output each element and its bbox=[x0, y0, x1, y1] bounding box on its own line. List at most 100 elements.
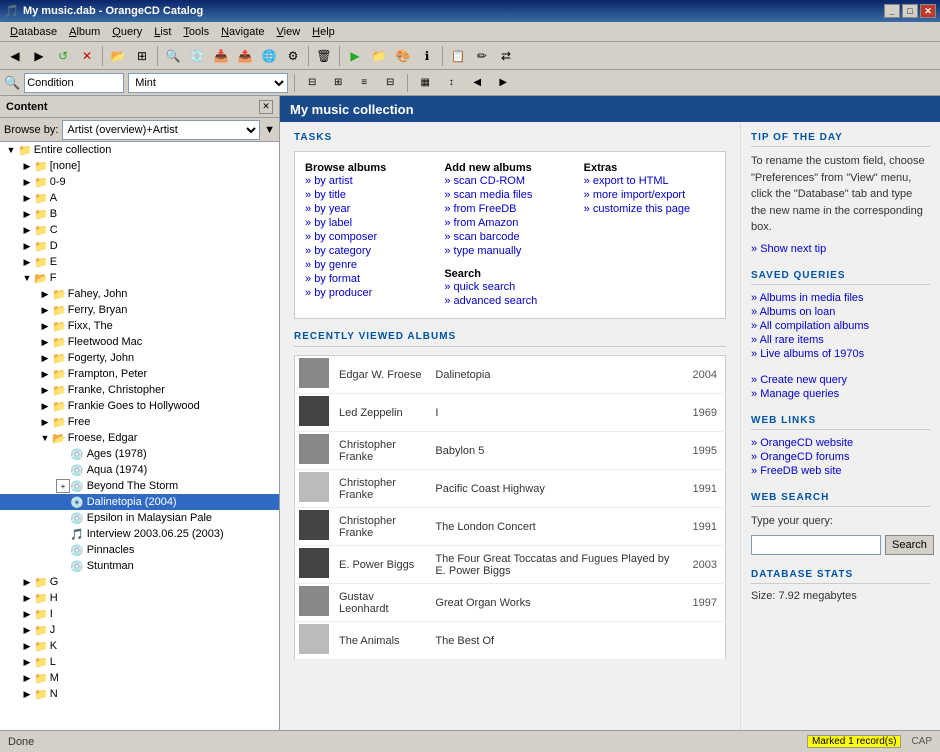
browse-dropdown-icon[interactable]: ▼ bbox=[264, 124, 275, 136]
export-button[interactable]: 📤 bbox=[234, 45, 256, 67]
album-row-2[interactable]: Christopher Franke Babylon 5 1995 bbox=[295, 432, 726, 470]
query-live-1970s[interactable]: Live albums of 1970s bbox=[751, 347, 930, 361]
album-row-4[interactable]: Christopher Franke The London Concert 19… bbox=[295, 508, 726, 546]
from-freedb[interactable]: from FreeDB bbox=[444, 202, 575, 216]
export-html[interactable]: export to HTML bbox=[584, 174, 715, 188]
maximize-button[interactable]: □ bbox=[902, 4, 918, 18]
menu-list[interactable]: List bbox=[148, 24, 177, 40]
tree-album-ages[interactable]: 💿 Ages (1978) bbox=[0, 446, 279, 462]
album-row-0[interactable]: Edgar W. Froese Dalinetopia 2004 bbox=[295, 356, 726, 394]
tree-item-c[interactable]: ▶ 📁 C bbox=[0, 222, 279, 238]
layout-btn-3[interactable]: ≡ bbox=[353, 72, 375, 94]
refresh-button[interactable]: ↺ bbox=[52, 45, 74, 67]
tree-item-fahey[interactable]: ▶ 📁 Fahey, John bbox=[0, 286, 279, 302]
menu-database[interactable]: Database bbox=[4, 24, 63, 40]
from-amazon[interactable]: from Amazon bbox=[444, 216, 575, 230]
layout-btn-4[interactable]: ⊟ bbox=[379, 72, 401, 94]
tree-container[interactable]: ▼ 📁 Entire collection ▶ 📁 [none] ▶ 📁 0-9… bbox=[0, 142, 279, 730]
root-expand-icon[interactable]: ▼ bbox=[4, 143, 18, 157]
browse-by-year[interactable]: by year bbox=[305, 202, 436, 216]
menu-album[interactable]: Album bbox=[63, 24, 106, 40]
nav-button[interactable]: ⇄ bbox=[495, 45, 517, 67]
tree-item-k[interactable]: ▶ 📁 K bbox=[0, 638, 279, 654]
browse-by-genre[interactable]: by genre bbox=[305, 258, 436, 272]
layout-btn-1[interactable]: ⊟ bbox=[301, 72, 323, 94]
tree-item-09[interactable]: ▶ 📁 0-9 bbox=[0, 174, 279, 190]
browse-by-title[interactable]: by title bbox=[305, 188, 436, 202]
album-row-6[interactable]: Gustav Leonhardt Great Organ Works 1997 bbox=[295, 584, 726, 622]
type-manually[interactable]: type manually bbox=[444, 244, 575, 258]
tree-item-f[interactable]: ▼ 📂 F bbox=[0, 270, 279, 286]
show-next-tip[interactable]: Show next tip bbox=[751, 242, 930, 256]
tree-item-froese[interactable]: ▼ 📂 Froese, Edgar bbox=[0, 430, 279, 446]
tree-root[interactable]: ▼ 📁 Entire collection bbox=[0, 142, 279, 158]
web-button[interactable]: 🌐 bbox=[258, 45, 280, 67]
tree-album-epsilon[interactable]: 💿 Epsilon in Malaysian Pale bbox=[0, 510, 279, 526]
settings-button[interactable]: ⚙ bbox=[282, 45, 304, 67]
tree-item-none[interactable]: ▶ 📁 [none] bbox=[0, 158, 279, 174]
tree-album-dalinetopia[interactable]: 💿 Dalinetopia (2004) bbox=[0, 494, 279, 510]
tree-item-n[interactable]: ▶ 📁 N bbox=[0, 686, 279, 702]
back-button[interactable]: ◀ bbox=[4, 45, 26, 67]
more-import-export[interactable]: more import/export bbox=[584, 188, 715, 202]
edit-button[interactable]: ✏ bbox=[471, 45, 493, 67]
album-row-5[interactable]: E. Power Biggs The Four Great Toccatas a… bbox=[295, 546, 726, 584]
menu-help[interactable]: Help bbox=[306, 24, 341, 40]
delete-button[interactable]: 🗑 bbox=[313, 45, 335, 67]
window-controls[interactable]: _ □ ✕ bbox=[884, 4, 936, 18]
tree-item-fogerty[interactable]: ▶ 📁 Fogerty, John bbox=[0, 350, 279, 366]
menu-query[interactable]: Query bbox=[106, 24, 148, 40]
browse-by-producer[interactable]: by producer bbox=[305, 286, 436, 300]
browse-by-label[interactable]: by label bbox=[305, 216, 436, 230]
filter-btn[interactable]: ▦ bbox=[414, 72, 436, 94]
query-on-loan[interactable]: Albums on loan bbox=[751, 305, 930, 319]
query-rare[interactable]: All rare items bbox=[751, 333, 930, 347]
menu-view[interactable]: View bbox=[271, 24, 307, 40]
grid-button[interactable]: ⊞ bbox=[131, 45, 153, 67]
quick-search[interactable]: quick search bbox=[444, 280, 575, 294]
close-button[interactable]: ✕ bbox=[920, 4, 936, 18]
tree-album-pinnacles[interactable]: 💿 Pinnacles bbox=[0, 542, 279, 558]
tree-album-stuntman[interactable]: 💿 Stuntman bbox=[0, 558, 279, 574]
tree-item-i[interactable]: ▶ 📁 I bbox=[0, 606, 279, 622]
none-expand[interactable]: ▶ bbox=[20, 159, 34, 173]
link-orangecd-website[interactable]: OrangeCD website bbox=[751, 436, 930, 450]
tree-item-a[interactable]: ▶ 📁 A bbox=[0, 190, 279, 206]
tree-item-frampton[interactable]: ▶ 📁 Frampton, Peter bbox=[0, 366, 279, 382]
manage-queries[interactable]: Manage queries bbox=[751, 387, 930, 401]
web-search-button[interactable]: Search bbox=[885, 535, 934, 555]
folder2-button[interactable]: 📁 bbox=[368, 45, 390, 67]
browse-by-combo[interactable]: Artist (overview)+Artist bbox=[62, 120, 260, 140]
link-orangecd-forums[interactable]: OrangeCD forums bbox=[751, 450, 930, 464]
condition-combo[interactable] bbox=[24, 73, 124, 93]
menu-navigate[interactable]: Navigate bbox=[215, 24, 270, 40]
info-button[interactable]: ℹ bbox=[416, 45, 438, 67]
query-media-files[interactable]: Albums in media files bbox=[751, 291, 930, 305]
web-search-input[interactable] bbox=[751, 535, 881, 555]
scan-cdrom[interactable]: scan CD-ROM bbox=[444, 174, 575, 188]
minimize-button[interactable]: _ bbox=[884, 4, 900, 18]
layout-btn-2[interactable]: ⊞ bbox=[327, 72, 349, 94]
sort-btn[interactable]: ↕ bbox=[440, 72, 462, 94]
color-button[interactable]: 🎨 bbox=[392, 45, 414, 67]
tree-item-e[interactable]: ▶ 📁 E bbox=[0, 254, 279, 270]
browse-by-category[interactable]: by category bbox=[305, 244, 436, 258]
browse-by-artist[interactable]: by artist bbox=[305, 174, 436, 188]
tree-item-frankie[interactable]: ▶ 📁 Frankie Goes to Hollywood bbox=[0, 398, 279, 414]
tree-album-beyond[interactable]: + 💿 Beyond The Storm bbox=[0, 478, 279, 494]
scan-button[interactable]: 💿 bbox=[186, 45, 208, 67]
stop-button[interactable]: ✕ bbox=[76, 45, 98, 67]
tree-item-d[interactable]: ▶ 📁 D bbox=[0, 238, 279, 254]
advanced-search[interactable]: advanced search bbox=[444, 294, 575, 308]
customize-page[interactable]: customize this page bbox=[584, 202, 715, 216]
nav-next[interactable]: ▶ bbox=[492, 72, 514, 94]
link-freedb[interactable]: FreeDB web site bbox=[751, 464, 930, 478]
forward-button[interactable]: ▶ bbox=[28, 45, 50, 67]
tree-item-free[interactable]: ▶ 📁 Free bbox=[0, 414, 279, 430]
tree-item-fleetwood[interactable]: ▶ 📁 Fleetwood Mac bbox=[0, 334, 279, 350]
tree-item-franke[interactable]: ▶ 📁 Franke, Christopher bbox=[0, 382, 279, 398]
query-compilations[interactable]: All compilation albums bbox=[751, 319, 930, 333]
scan-media[interactable]: scan media files bbox=[444, 188, 575, 202]
album-row-3[interactable]: Christopher Franke Pacific Coast Highway… bbox=[295, 470, 726, 508]
tree-album-interview[interactable]: 🎵 Interview 2003.06.25 (2003) bbox=[0, 526, 279, 542]
